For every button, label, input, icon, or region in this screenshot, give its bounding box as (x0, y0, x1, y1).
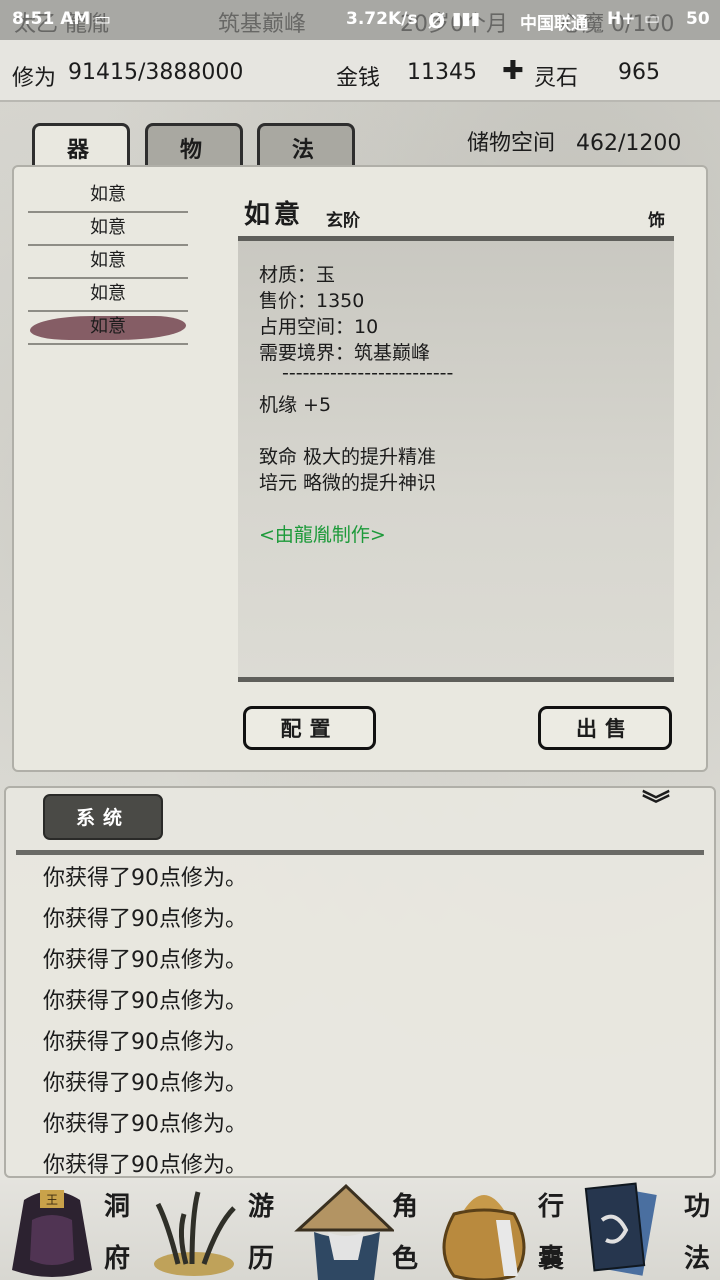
item-name: 如意 (244, 200, 305, 230)
status-time: 8:51 AM (12, 9, 91, 29)
nav-bag-bottom[interactable]: 囊 (538, 1238, 564, 1275)
nav-bag-top[interactable]: 行 (538, 1186, 564, 1223)
collapse-chevron-icon[interactable]: ︾ (642, 791, 670, 819)
nav-character-bottom[interactable]: 色 (392, 1238, 418, 1275)
money-label: 金钱 (336, 66, 381, 91)
item-bonus: 机缘 +5 (259, 394, 332, 416)
grass-icon[interactable] (148, 1184, 242, 1280)
item-price: 售价：1350 (259, 290, 365, 312)
list-item[interactable]: 如意 (28, 279, 188, 312)
tab-items[interactable]: 物 (145, 123, 243, 167)
list-item[interactable]: 如意 (28, 213, 188, 246)
item-material: 材质：玉 (259, 264, 336, 286)
obscured-realm: 筑基巅峰 (218, 12, 307, 37)
battery-icon: ▭ (644, 9, 661, 29)
nav-techniques-bottom[interactable]: 法 (684, 1238, 710, 1275)
item-space: 占用空间：10 (259, 316, 379, 338)
storage-capacity: 储物空间 462/1200 (467, 125, 681, 157)
item-type: 饰 (648, 211, 665, 231)
svg-text:王: 王 (46, 1193, 58, 1207)
tab-equipment[interactable]: 器 (32, 123, 130, 171)
log-line: 你获得了90点修为。 (43, 866, 247, 891)
log-line: 你获得了90点修为。 (43, 1071, 247, 1096)
log-line: 你获得了90点修为。 (43, 907, 247, 932)
sell-button[interactable]: 出售 (538, 706, 672, 750)
spirit-stone-label: 灵石 (534, 66, 579, 91)
item-maker: <由龍胤制作> (259, 524, 386, 546)
log-line: 你获得了90点修为。 (43, 989, 247, 1014)
status-bar: 太乙 龍胤 筑基巅峰 20岁0个月 心魔 0/100 8:51 AM ▭ 3.7… (0, 0, 720, 40)
tab-techniques[interactable]: 法 (257, 123, 355, 167)
item-label: 如意 (90, 316, 126, 337)
nav-cave-bottom[interactable]: 府 (104, 1238, 130, 1275)
item-rank: 玄阶 (326, 211, 360, 231)
nav-travel-bottom[interactable]: 历 (248, 1238, 274, 1275)
item-list: 如意 如意 如意 如意 如意 (28, 180, 188, 345)
battery-level: 50 (686, 9, 710, 29)
cultivation-label: 修为 (12, 66, 57, 91)
configure-button[interactable]: 配置 (243, 706, 376, 750)
money-value: 11345 (407, 60, 477, 85)
network-speed: 3.72K/s (346, 9, 418, 29)
cross-icon: ✚ (502, 56, 524, 86)
pouch-icon[interactable] (434, 1180, 534, 1280)
signal-icon: ▮▮▮ (452, 9, 481, 29)
storage-label: 储物空间 (467, 131, 556, 156)
item-label: 如意 (90, 184, 126, 205)
stats-bar: 修为 91415/3888000 金钱 11345 ✚ 灵石 965 (0, 40, 720, 102)
log-line: 你获得了90点修为。 (43, 1030, 247, 1055)
list-item[interactable]: 如意 (28, 246, 188, 279)
item-label: 如意 (90, 250, 126, 271)
log-line: 你获得了90点修为。 (43, 1112, 247, 1137)
log-line: 你获得了90点修为。 (43, 948, 247, 973)
scroll-books-icon[interactable] (582, 1180, 672, 1280)
cultivation-value: 91415/3888000 (68, 60, 244, 85)
bottom-nav: 王 洞 府 游 历 角 色 行 囊 功 法 (0, 1180, 720, 1280)
list-item-selected[interactable]: 如意 (28, 312, 188, 345)
nav-cave-top[interactable]: 洞 (104, 1186, 130, 1223)
cave-bag-icon[interactable]: 王 (4, 1180, 100, 1280)
detail-separator: ------------------------- (282, 362, 454, 384)
list-item[interactable]: 如意 (28, 180, 188, 213)
item-label: 如意 (90, 217, 126, 238)
network-type: H+ (607, 9, 636, 29)
item-effect: 培元 略微的提升神识 (259, 472, 437, 494)
no-sim-icon: Ø (428, 9, 446, 33)
item-required-realm: 需要境界：筑基巅峰 (259, 342, 431, 364)
straw-hat-icon[interactable] (294, 1180, 394, 1280)
item-effect: 致命 极大的提升精准 (259, 446, 437, 468)
nav-techniques-top[interactable]: 功 (684, 1186, 710, 1223)
log-divider (16, 850, 704, 855)
nav-character-top[interactable]: 角 (392, 1186, 418, 1223)
item-label: 如意 (90, 283, 126, 304)
storage-value: 462/1200 (576, 131, 682, 156)
tab-system-log[interactable]: 系统 (43, 794, 163, 840)
spirit-stone-value: 965 (618, 60, 660, 85)
log-line: 你获得了90点修为。 (43, 1153, 247, 1178)
nav-travel-top[interactable]: 游 (248, 1186, 274, 1223)
carrier-name: 中国联通 (520, 14, 588, 34)
notification-icon: ▭ (94, 9, 112, 30)
